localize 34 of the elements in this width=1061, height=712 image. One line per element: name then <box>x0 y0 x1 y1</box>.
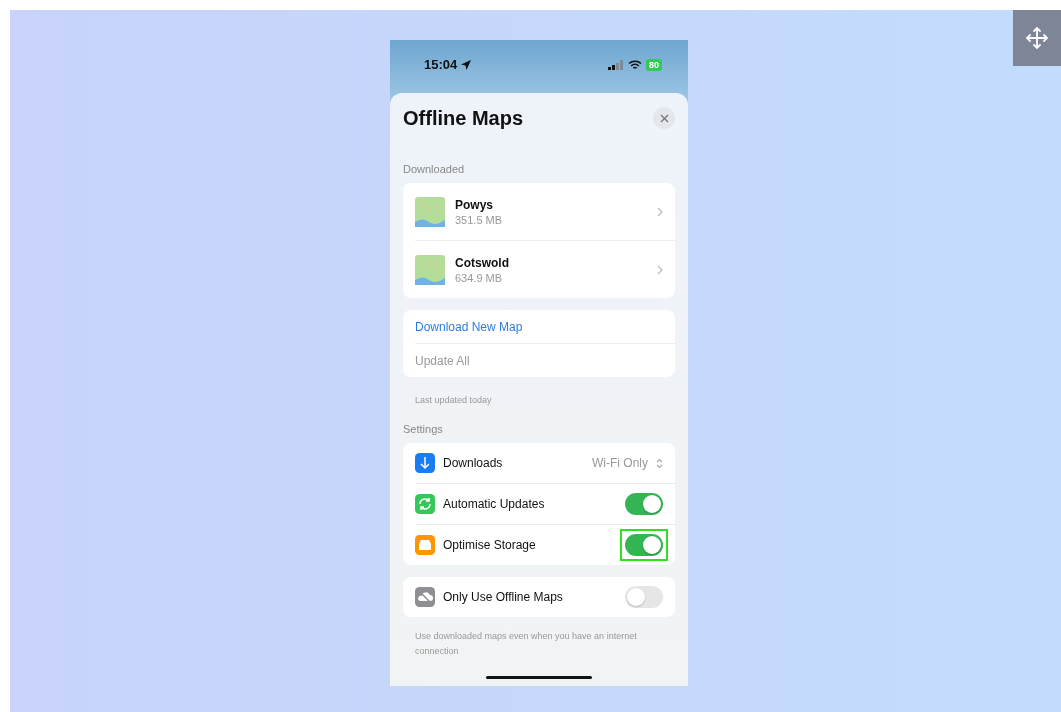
action-link[interactable]: Download New Map <box>403 310 675 343</box>
map-name: Powys <box>455 197 494 212</box>
sheet-title: Offline Maps <box>403 106 523 130</box>
map-row[interactable]: Cotswold 634.9 MB <box>403 241 675 298</box>
map-size: 634.9 MB <box>455 271 504 284</box>
setting-label: Downloads <box>443 456 504 470</box>
map-thumbnail <box>415 196 445 227</box>
location-arrow-icon <box>461 59 472 70</box>
map-thumbnail <box>415 254 445 285</box>
map-size: 351.5 MB <box>455 213 504 226</box>
map-name: Cotswold <box>455 255 510 270</box>
section-header: Settings <box>403 423 444 435</box>
offline-note: Use downloaded maps even when you have an internet connection <box>415 630 638 658</box>
setting-label: Optimise Storage <box>443 538 537 552</box>
close-button[interactable] <box>653 107 675 129</box>
up-down-chevron-icon <box>656 457 663 469</box>
move-arrows-icon <box>1024 25 1050 51</box>
map-row[interactable]: Powys 351.5 MB <box>403 183 675 240</box>
toggle-switch[interactable] <box>625 493 663 515</box>
chevron-icon <box>657 206 663 217</box>
wifi-icon <box>628 59 642 70</box>
cloud-off-icon <box>415 587 435 607</box>
setting-label: Automatic Updates <box>443 497 546 511</box>
last-updated-note: Last updated today <box>415 394 493 407</box>
close-icon <box>659 113 669 123</box>
setting-value[interactable]: Wi-Fi Only <box>592 456 648 470</box>
chevron-icon <box>657 264 663 275</box>
toggle-switch[interactable] <box>625 586 663 608</box>
signal-icon <box>608 59 624 70</box>
setting-label: Only Use Offline Maps <box>443 590 564 604</box>
move-button[interactable] <box>1013 10 1061 66</box>
battery-level: 80 <box>646 58 662 71</box>
section-header: Downloaded <box>403 163 466 175</box>
status-time: 15:04 <box>424 57 458 72</box>
